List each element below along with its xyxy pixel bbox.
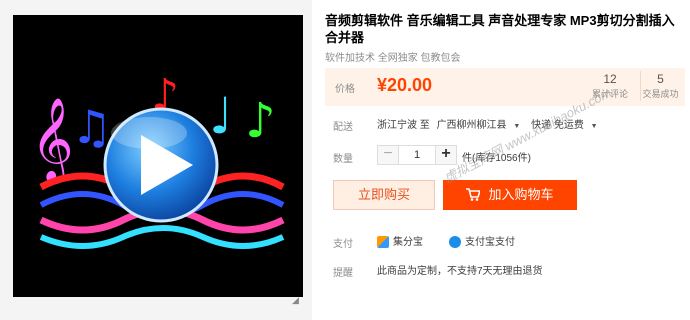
music-note-icon: ♩: [209, 87, 233, 145]
shipping-destination: 广西柳州柳江县: [436, 120, 507, 131]
alipay-icon: [449, 236, 461, 249]
price-label: 价格: [335, 84, 355, 95]
shipping-from: 浙江宁波 至: [377, 120, 430, 131]
payment-option-alipay[interactable]: 支付宝支付: [449, 233, 515, 249]
expand-icon[interactable]: ◢: [292, 296, 302, 305]
music-artwork: 𝄞 ♫ ♪ ♩ ♪: [13, 15, 303, 297]
payment-option-label: 集分宝: [393, 237, 423, 248]
note-text: 此商品为定制，不支持7天无理由退货: [377, 266, 543, 277]
note-label: 提醒: [333, 268, 353, 279]
quantity-input[interactable]: 1: [398, 145, 436, 165]
add-to-cart-button[interactable]: 加入购物车: [443, 180, 577, 210]
add-to-cart-label: 加入购物车: [488, 187, 554, 202]
buy-now-button[interactable]: 立即购买: [333, 180, 435, 210]
payment-option-label: 支付宝支付: [465, 237, 515, 248]
treble-clef-icon: 𝄞: [31, 96, 74, 184]
product-main-image[interactable]: 𝄞 ♫ ♪ ♩ ♪: [13, 15, 303, 297]
product-info: 音频剪辑软件 音乐编辑工具 声音处理专家 MP3剪切分割插入合并器 软件加技术 …: [325, 0, 690, 320]
product-gallery: 𝄞 ♫ ♪ ♩ ♪ ◢: [0, 0, 312, 320]
payment-label: 支付: [333, 239, 353, 250]
price-value: ¥20.00: [377, 75, 433, 95]
quantity-decrease-button[interactable]: −: [377, 145, 399, 165]
gallery-footer: [0, 297, 312, 320]
music-note-icon: ♪: [245, 93, 276, 149]
music-note-icon: ♫: [71, 100, 112, 154]
quantity-label: 数量: [333, 154, 353, 165]
chevron-down-icon: ▼: [590, 123, 598, 130]
play-circle-icon: [103, 107, 219, 223]
payment-option-jifenbao[interactable]: 集分宝: [377, 233, 423, 249]
cart-icon: [466, 187, 481, 201]
shipping-label: 配送: [333, 122, 353, 133]
review-count: 12: [603, 72, 617, 86]
jifenbao-icon: [377, 236, 389, 249]
shipping-destination-select[interactable]: 广西柳州柳江县 ▼: [437, 120, 525, 131]
product-subtitle: 软件加技术 全网独家 包教包会: [325, 53, 461, 64]
deal-count: 5: [657, 72, 664, 86]
price-panel: 价格 ¥20.00 12 累计评论 5 交易成功: [325, 68, 685, 106]
product-title: 音频剪辑软件 音乐编辑工具 声音处理专家 MP3剪切分割插入合并器: [325, 13, 675, 45]
deal-count-block: 5 交易成功: [640, 71, 680, 101]
deal-label: 交易成功: [642, 89, 679, 99]
